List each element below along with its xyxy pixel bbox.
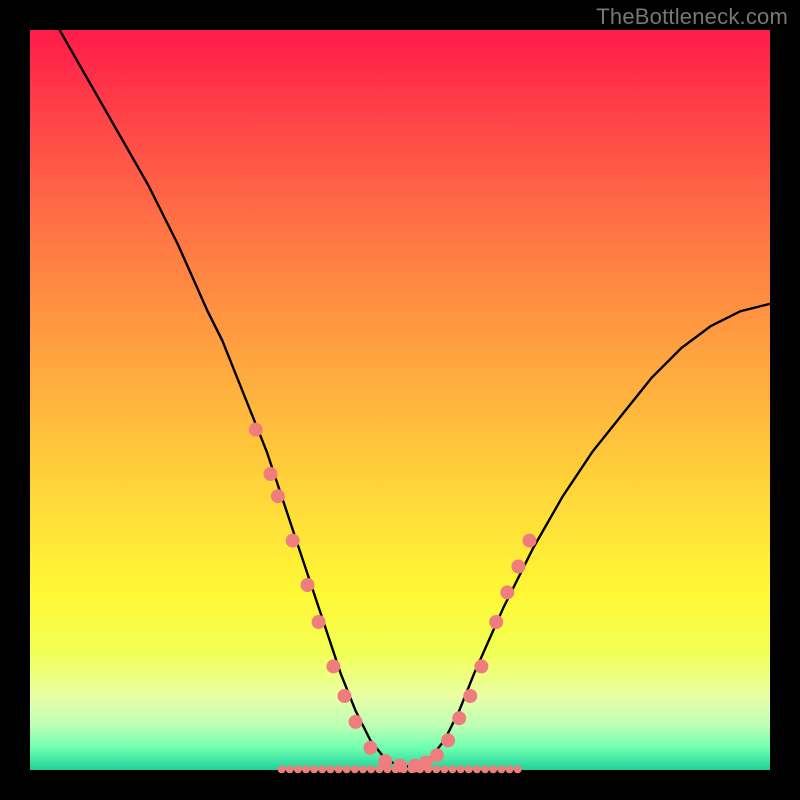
highlight-dot — [441, 733, 455, 747]
highlight-dot — [489, 615, 503, 629]
band-dot — [473, 765, 481, 773]
highlight-dot — [463, 689, 477, 703]
band-dot — [449, 765, 457, 773]
band-dot — [514, 765, 522, 773]
band-dot — [286, 765, 294, 773]
band-dot — [318, 765, 326, 773]
band-dot — [489, 765, 497, 773]
band-dot — [465, 765, 473, 773]
band-dot — [497, 765, 505, 773]
highlight-dot — [523, 534, 537, 548]
band-dot — [457, 765, 465, 773]
band-dot — [310, 765, 318, 773]
highlight-dot — [430, 748, 444, 762]
band-dot — [302, 765, 310, 773]
highlight-dot — [511, 560, 525, 574]
band-dot — [481, 765, 489, 773]
highlight-dot — [264, 467, 278, 481]
highlight-dot — [363, 741, 377, 755]
band-dot — [506, 765, 514, 773]
highlight-dot — [378, 754, 392, 768]
highlight-dot — [312, 615, 326, 629]
band-dot — [440, 765, 448, 773]
highlight-dot — [326, 659, 340, 673]
band-dot — [326, 765, 334, 773]
chart-frame: TheBottleneck.com — [0, 0, 800, 800]
band-dot — [359, 765, 367, 773]
band-dot — [278, 765, 286, 773]
highlight-dot — [349, 715, 363, 729]
highlight-dot — [271, 489, 285, 503]
highlight-dot — [500, 585, 514, 599]
highlight-dot — [452, 711, 466, 725]
highlight-dot — [286, 534, 300, 548]
band-dot — [432, 765, 440, 773]
band-dot — [367, 765, 375, 773]
highlight-dot — [338, 689, 352, 703]
highlight-dot — [474, 659, 488, 673]
highlight-dot — [393, 759, 407, 773]
highlight-dot — [249, 423, 263, 437]
band-dot — [294, 765, 302, 773]
band-dot — [351, 765, 359, 773]
chart-svg — [0, 0, 800, 800]
highlight-dot — [301, 578, 315, 592]
band-dot — [343, 765, 351, 773]
band-dot — [335, 765, 343, 773]
curve-line — [60, 30, 770, 766]
